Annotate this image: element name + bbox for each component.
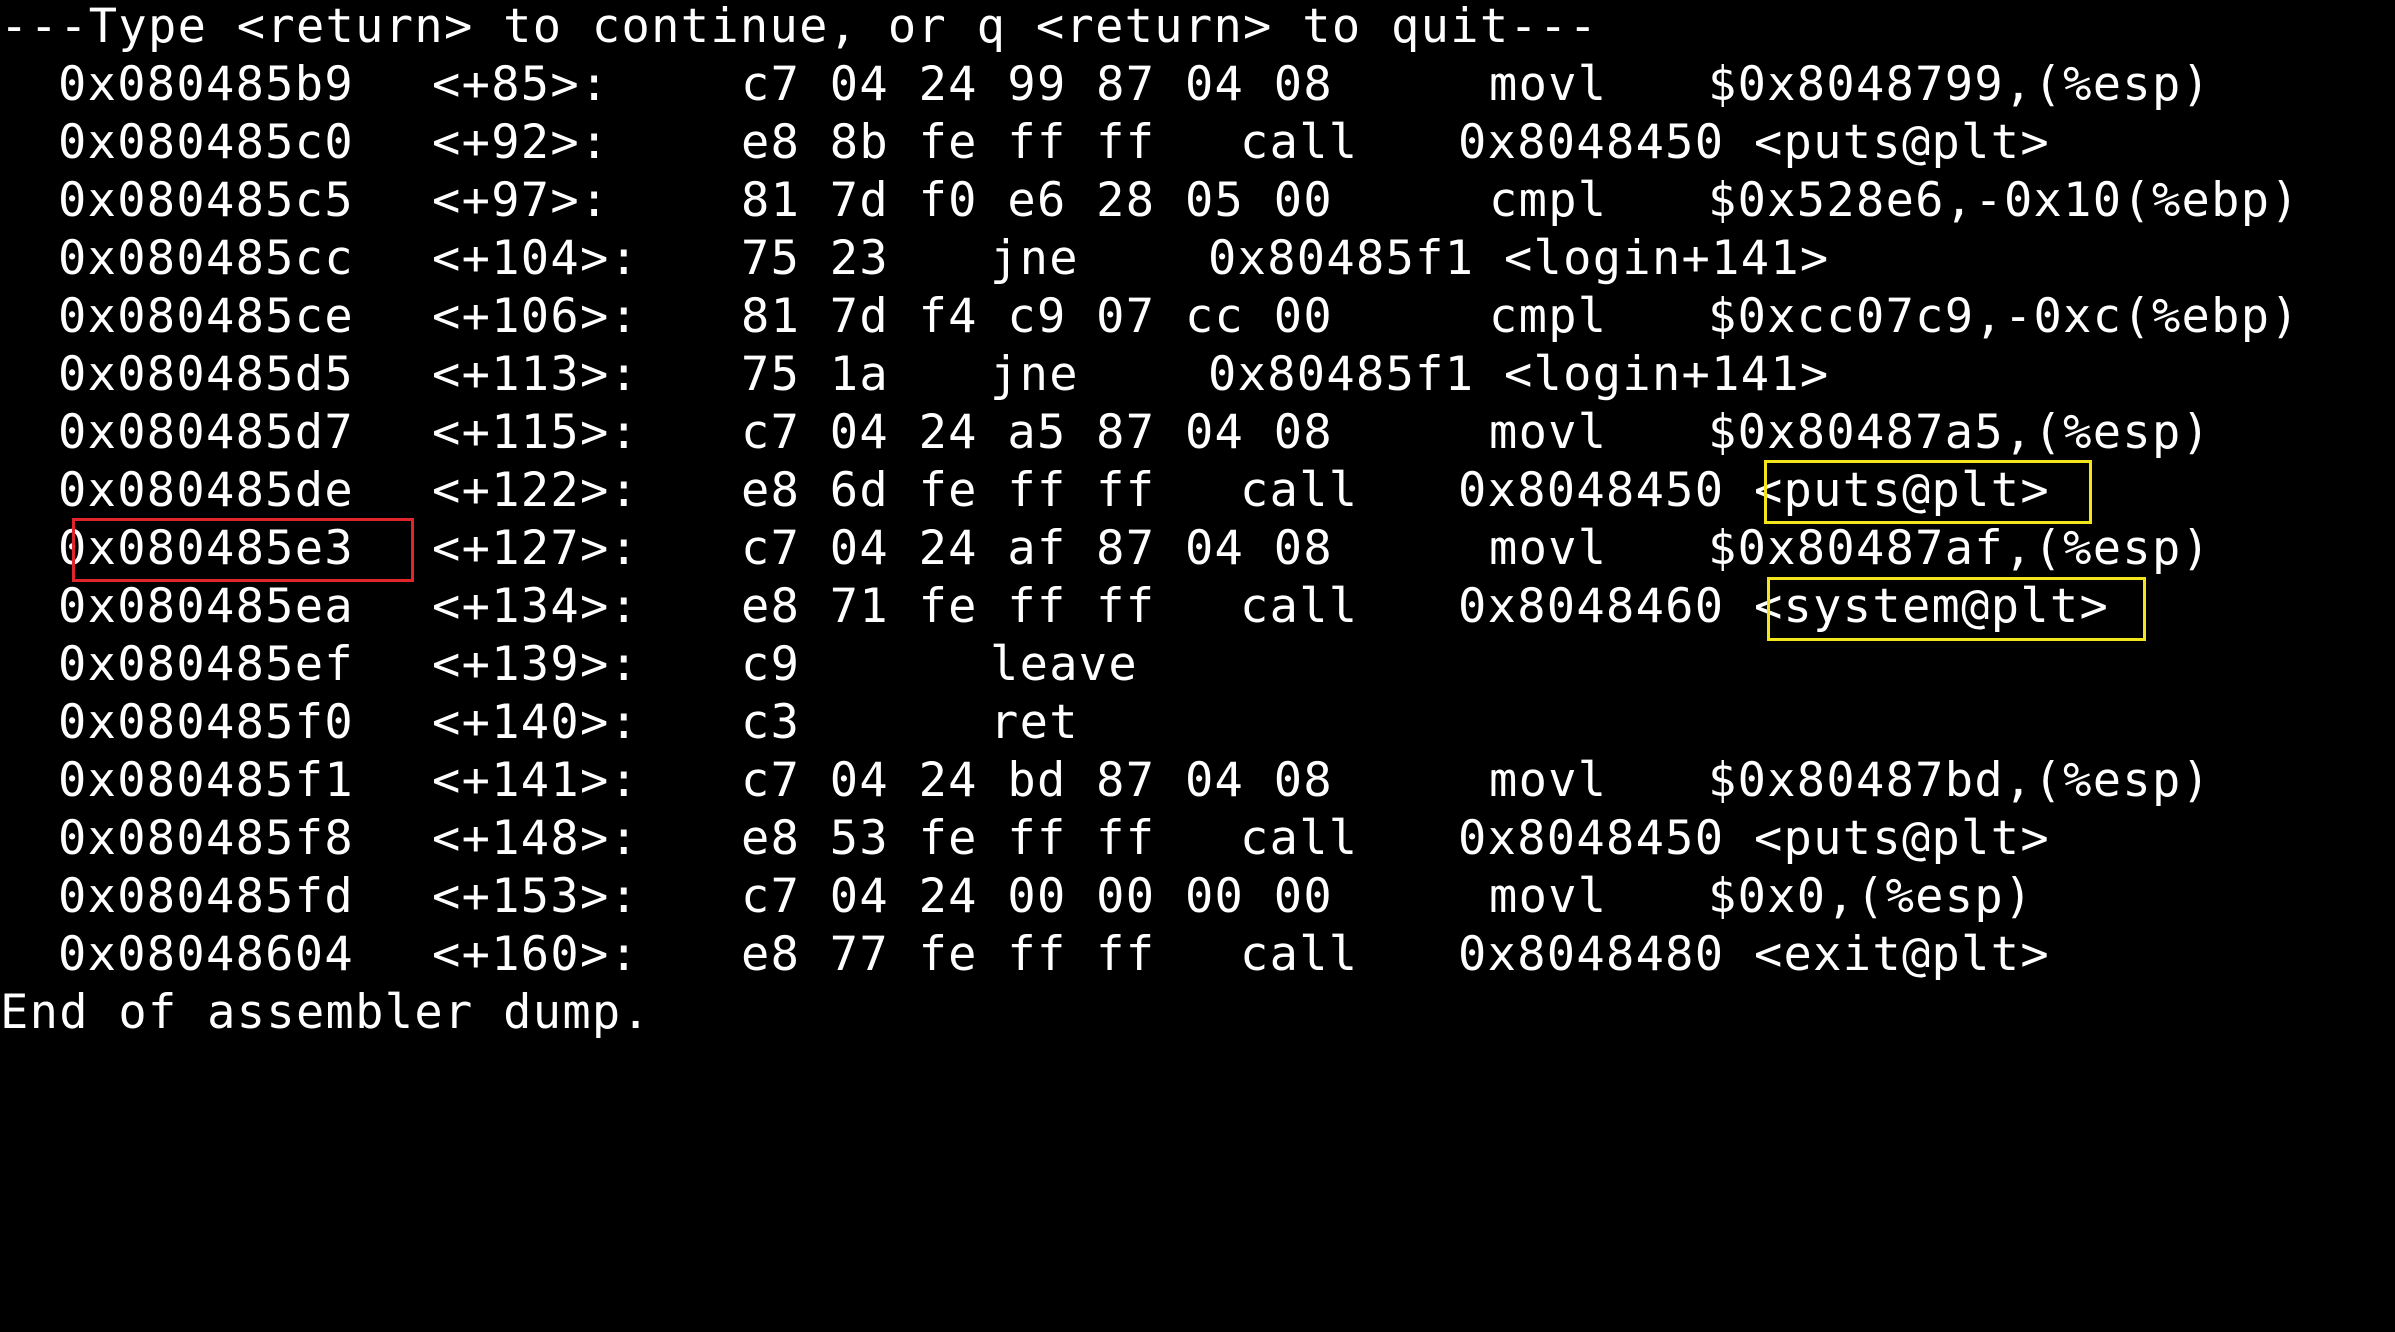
asm-mnemonic: call xyxy=(1240,811,1359,866)
asm-address: 0x080485b9 xyxy=(58,57,354,112)
asm-bytes: c9 xyxy=(741,637,801,692)
asm-bytes: e8 53 fe ff ff xyxy=(741,811,1156,866)
asm-mnemonic: movl xyxy=(1489,521,1608,576)
asm-operands: 0x8048450 <puts@plt> xyxy=(1458,811,2050,866)
asm-offset: <+113>: xyxy=(432,347,640,402)
asm-offset: <+104>: xyxy=(432,231,640,286)
asm-address: 0x080485ea xyxy=(58,579,354,634)
asm-operands: $0x80487af,(%esp) xyxy=(1708,521,2212,576)
asm-line: 0x08048604 <+160>: e8 77 fe ff ff call 0… xyxy=(0,926,2049,984)
asm-line: 0x080485d7 <+115>: c7 04 24 a5 87 04 08 … xyxy=(0,404,2210,462)
asm-address: 0x080485c5 xyxy=(58,173,354,228)
asm-mnemonic: movl xyxy=(1489,753,1608,808)
asm-line: 0x080485de <+122>: e8 6d fe ff ff call 0… xyxy=(0,462,2049,520)
terminal-window: ---Type <return> to continue, or q <retu… xyxy=(0,0,2395,1051)
pager-prompt: ---Type <return> to continue, or q <retu… xyxy=(0,0,1599,54)
asm-operands: 0x80485f1 <login+141> xyxy=(1208,231,1830,286)
asm-operands: $0x8048799,(%esp) xyxy=(1708,57,2212,112)
asm-line: 0x080485c0 <+92>: e8 8b fe ff ff call 0x… xyxy=(0,114,2049,172)
asm-offset: <+140>: xyxy=(432,695,640,750)
asm-offset: <+160>: xyxy=(432,927,640,982)
asm-mnemonic: cmpl xyxy=(1489,289,1608,344)
asm-operands: 0x80485f1 <login+141> xyxy=(1208,347,1830,402)
asm-address: 0x080485ef xyxy=(58,637,354,692)
asm-address: 0x080485d5 xyxy=(58,347,354,402)
asm-offset: <+97>: xyxy=(432,173,610,228)
asm-line: 0x080485ef <+139>: c9 leave xyxy=(0,636,1137,694)
asm-offset: <+139>: xyxy=(432,637,640,692)
asm-operands: 0x8048480 <exit@plt> xyxy=(1458,927,2050,982)
asm-bytes: c3 xyxy=(741,695,801,750)
asm-line: 0x080485ea <+134>: e8 71 fe ff ff call 0… xyxy=(0,578,2108,636)
asm-line: 0x080485f1 <+141>: c7 04 24 bd 87 04 08 … xyxy=(0,752,2210,810)
asm-address: 0x08048604 xyxy=(58,927,354,982)
asm-operands: $0x0,(%esp) xyxy=(1708,869,2034,924)
asm-line: 0x080485d5 <+113>: 75 1a jne 0x80485f1 <… xyxy=(0,346,1828,404)
asm-address: 0x080485f1 xyxy=(58,753,354,808)
asm-address: 0x080485de xyxy=(58,463,354,518)
asm-bytes: 75 1a xyxy=(741,347,889,402)
asm-operands: $0x80487bd,(%esp) xyxy=(1708,753,2212,808)
asm-offset: <+92>: xyxy=(432,115,610,170)
asm-bytes: c7 04 24 00 00 00 00 xyxy=(741,869,1333,924)
asm-mnemonic: movl xyxy=(1489,405,1608,460)
asm-bytes: e8 71 fe ff ff xyxy=(741,579,1156,634)
asm-line: 0x080485cc <+104>: 75 23 jne 0x80485f1 <… xyxy=(0,230,1828,288)
asm-address: 0x080485fd xyxy=(58,869,354,924)
asm-bytes: e8 6d fe ff ff xyxy=(741,463,1156,518)
asm-bytes: e8 8b fe ff ff xyxy=(741,115,1156,170)
asm-bytes: 75 23 xyxy=(741,231,889,286)
asm-line: 0x080485fd <+153>: c7 04 24 00 00 00 00 … xyxy=(0,868,2032,926)
asm-mnemonic: movl xyxy=(1489,869,1608,924)
asm-offset: <+127>: xyxy=(432,521,640,576)
asm-bytes: 81 7d f4 c9 07 cc 00 xyxy=(741,289,1333,344)
asm-mnemonic: cmpl xyxy=(1489,173,1608,228)
asm-bytes: c7 04 24 af 87 04 08 xyxy=(741,521,1333,576)
asm-offset: <+85>: xyxy=(432,57,610,112)
asm-operands: $0x528e6,-0x10(%ebp) xyxy=(1708,173,2300,228)
asm-line: 0x080485c5 <+97>: 81 7d f0 e6 28 05 00 c… xyxy=(0,172,2299,230)
asm-mnemonic: jne xyxy=(990,231,1079,286)
asm-operands: $0x80487a5,(%esp) xyxy=(1708,405,2212,460)
end-of-dump-message: End of assembler dump. xyxy=(0,985,652,1040)
asm-mnemonic: leave xyxy=(990,637,1138,692)
asm-address: 0x080485cc xyxy=(58,231,354,286)
asm-bytes: c7 04 24 99 87 04 08 xyxy=(741,57,1333,112)
asm-address: 0x080485c0 xyxy=(58,115,354,170)
asm-line: 0x080485b9 <+85>: c7 04 24 99 87 04 08 m… xyxy=(0,56,2210,114)
asm-line: 0x080485f8 <+148>: e8 53 fe ff ff call 0… xyxy=(0,810,2049,868)
asm-mnemonic: jne xyxy=(990,347,1079,402)
asm-offset: <+106>: xyxy=(432,289,640,344)
asm-address: 0x080485d7 xyxy=(58,405,354,460)
asm-mnemonic: ret xyxy=(990,695,1079,750)
asm-mnemonic: call xyxy=(1240,927,1359,982)
asm-mnemonic: movl xyxy=(1489,57,1608,112)
asm-offset: <+134>: xyxy=(432,579,640,634)
asm-mnemonic: call xyxy=(1240,463,1359,518)
asm-operands: 0x8048450 <puts@plt> xyxy=(1458,115,2050,170)
asm-operands: 0x8048460 <system@plt> xyxy=(1458,579,2110,634)
asm-address: 0x080485ce xyxy=(58,289,354,344)
asm-bytes: c7 04 24 a5 87 04 08 xyxy=(741,405,1333,460)
asm-line: 0x080485ce <+106>: 81 7d f4 c9 07 cc 00 … xyxy=(0,288,2299,346)
asm-operands: 0x8048450 <puts@plt> xyxy=(1458,463,2050,518)
asm-offset: <+115>: xyxy=(432,405,640,460)
asm-offset: <+141>: xyxy=(432,753,640,808)
asm-offset: <+153>: xyxy=(432,869,640,924)
asm-mnemonic: call xyxy=(1240,115,1359,170)
asm-bytes: e8 77 fe ff ff xyxy=(741,927,1156,982)
asm-bytes: c7 04 24 bd 87 04 08 xyxy=(741,753,1333,808)
asm-operands: $0xcc07c9,-0xc(%ebp) xyxy=(1708,289,2300,344)
asm-address: 0x080485e3 xyxy=(58,521,354,576)
asm-address: 0x080485f0 xyxy=(58,695,354,750)
asm-line: 0x080485e3 <+127>: c7 04 24 af 87 04 08 … xyxy=(0,520,2210,578)
asm-bytes: 81 7d f0 e6 28 05 00 xyxy=(741,173,1333,228)
asm-offset: <+122>: xyxy=(432,463,640,518)
asm-offset: <+148>: xyxy=(432,811,640,866)
asm-line: 0x080485f0 <+140>: c3 ret xyxy=(0,694,1077,752)
asm-mnemonic: call xyxy=(1240,579,1359,634)
asm-address: 0x080485f8 xyxy=(58,811,354,866)
